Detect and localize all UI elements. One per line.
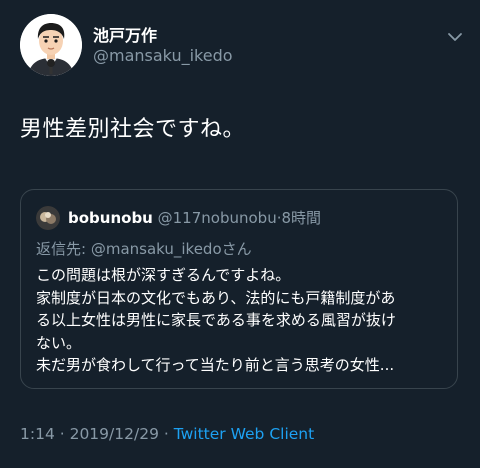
quoted-text: この問題は根が深すぎるんですよね。 家制度が日本の文化でもあり、法的にも戸籍制度…: [36, 264, 448, 377]
quoted-text-line: ない。: [36, 333, 82, 352]
quoted-text-line: この問題は根が深すぎるんですよね。: [36, 266, 291, 284]
quoted-header: bobunobu @117nobunobu·8時間: [68, 207, 321, 228]
reply-mention[interactable]: @mansaku_ikedo: [91, 240, 222, 258]
quoted-text-line: 家制度が日本の文化でもあり、法的にも戸籍制度があ: [36, 288, 396, 307]
quoted-author-name[interactable]: bobunobu: [68, 209, 153, 227]
reply-to-line: 返信先: @mansaku_ikedoさん: [36, 238, 252, 259]
quoted-timestamp[interactable]: 8時間: [281, 209, 321, 227]
quoted-tweet[interactable]: bobunobu @117nobunobu·8時間 返信先: @mansaku_…: [20, 189, 458, 389]
tweet-timestamp[interactable]: 1:14 · 2019/12/29 ·: [20, 425, 174, 443]
tweet-footer: 1:14 · 2019/12/29 · Twitter Web Client: [20, 425, 314, 443]
reply-suffix: さん: [221, 240, 252, 258]
chevron-down-icon[interactable]: [446, 28, 464, 46]
quoted-author-handle[interactable]: @117nobunobu: [158, 209, 277, 227]
quoted-text-line: る以上女性は男性に家長である事を求める風習が抜け: [36, 311, 396, 329]
tweet-text: 男性差別社会ですね。: [20, 117, 246, 142]
author-handle[interactable]: @mansaku_ikedo: [93, 46, 233, 65]
quoted-author-avatar[interactable]: [36, 206, 60, 230]
tweet-client-link[interactable]: Twitter Web Client: [174, 425, 314, 443]
reply-prefix: 返信先:: [36, 240, 91, 258]
quoted-text-line: 未だ男が食わして行って当たり前と言う思考の女性...: [36, 356, 395, 374]
author-name[interactable]: 池戸万作: [93, 22, 157, 46]
author-avatar[interactable]: [20, 14, 82, 76]
tweet: 池戸万作 @mansaku_ikedo 男性差別社会ですね。 bobunobu …: [0, 0, 480, 468]
